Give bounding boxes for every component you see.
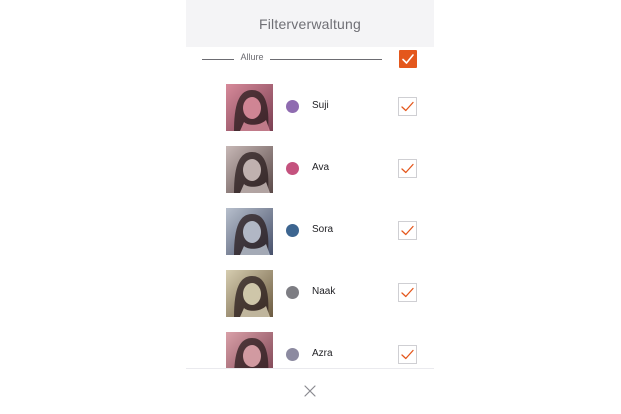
check-icon bbox=[402, 54, 414, 64]
filter-checkbox[interactable] bbox=[398, 159, 417, 178]
filter-item-suji[interactable]: Suji bbox=[186, 73, 434, 135]
filter-checkbox[interactable] bbox=[398, 97, 417, 116]
filter-color-dot bbox=[286, 100, 299, 113]
page-title: Filterverwaltung bbox=[258, 15, 361, 32]
filter-color-dot bbox=[286, 162, 299, 175]
divider-left bbox=[202, 59, 234, 60]
filter-panel: Filterverwaltung Allure Suji Ava Sora Naak A… bbox=[186, 0, 434, 414]
filter-list[interactable]: Suji Ava Sora Naak Azra bbox=[186, 73, 434, 368]
filter-preview-thumbnail bbox=[226, 146, 273, 193]
footer bbox=[186, 368, 434, 414]
divider-right bbox=[270, 59, 382, 60]
filter-color-dot bbox=[286, 224, 299, 237]
group-label: Allure bbox=[240, 52, 264, 62]
check-icon bbox=[401, 287, 414, 298]
check-icon bbox=[401, 225, 414, 236]
filter-management-screen: Filterverwaltung Allure Suji Ava Sora Naak A… bbox=[0, 0, 621, 414]
filter-preview-thumbnail bbox=[226, 208, 273, 255]
filter-name: Azra bbox=[312, 348, 333, 359]
filter-item-sora[interactable]: Sora bbox=[186, 197, 434, 259]
filter-name: Ava bbox=[312, 162, 330, 173]
filter-preview-thumbnail bbox=[226, 332, 273, 368]
check-icon bbox=[401, 163, 414, 174]
filter-preview-thumbnail bbox=[226, 270, 273, 317]
filter-item-naak[interactable]: Naak bbox=[186, 259, 434, 321]
header: Filterverwaltung bbox=[186, 0, 434, 47]
filter-item-ava[interactable]: Ava bbox=[186, 135, 434, 197]
filter-name: Sora bbox=[312, 224, 334, 235]
filter-checkbox[interactable] bbox=[398, 345, 417, 364]
filter-color-dot bbox=[286, 348, 299, 361]
filter-item-azra[interactable]: Azra bbox=[186, 321, 434, 368]
check-icon bbox=[401, 349, 414, 360]
close-icon bbox=[304, 385, 316, 397]
filter-preview-thumbnail bbox=[226, 84, 273, 131]
filter-name: Naak bbox=[312, 286, 336, 297]
close-button[interactable] bbox=[302, 383, 318, 399]
filter-checkbox[interactable] bbox=[398, 283, 417, 302]
check-icon bbox=[401, 101, 414, 112]
group-select-all-checkbox[interactable] bbox=[399, 50, 417, 68]
filter-name: Suji bbox=[312, 100, 329, 111]
filter-group-allure: Allure bbox=[186, 47, 434, 73]
filter-color-dot bbox=[286, 286, 299, 299]
filter-checkbox[interactable] bbox=[398, 221, 417, 240]
